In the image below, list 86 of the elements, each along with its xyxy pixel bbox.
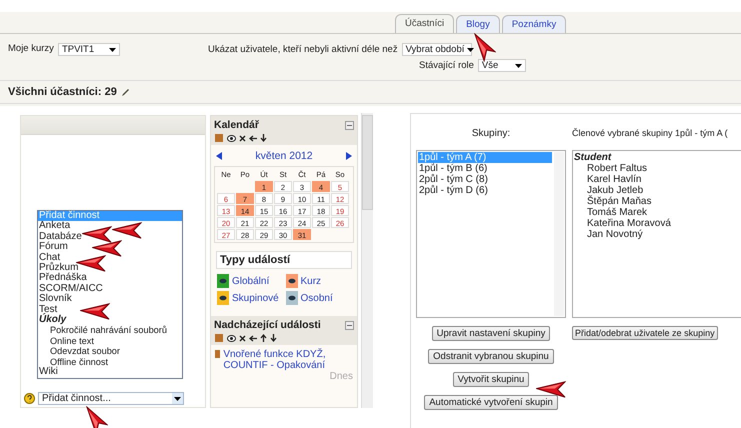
caret-icon [514, 64, 522, 68]
delete-group-button[interactable]: Odstranit vybranou skupinu [428, 349, 554, 364]
pointer-arrow-icon [112, 222, 142, 239]
block-title: Kalendář [214, 119, 259, 131]
add-activity-select[interactable]: Přidat činnost... [38, 392, 184, 405]
activity-option[interactable]: Chat [38, 252, 182, 264]
member-item[interactable]: Robert Faltus [574, 163, 740, 174]
scrollbar[interactable] [361, 113, 373, 408]
delete-icon[interactable] [239, 334, 246, 342]
participants-count: Všichni účastníci: 29 [8, 86, 117, 98]
activity-option[interactable]: Slovník [38, 294, 182, 305]
eye-swatch-icon[interactable] [286, 274, 298, 288]
next-month-icon[interactable] [346, 152, 352, 160]
member-item[interactable]: Jan Novotný [574, 229, 740, 240]
pencil-icon[interactable] [120, 88, 130, 96]
inactive-label: Ukázat uživatele, kteří nebyli aktivní déle než [208, 44, 398, 55]
eye-swatch-icon[interactable] [286, 291, 298, 305]
group-item[interactable]: 2půl - tým C (8) [418, 174, 552, 185]
collapse-icon[interactable] [345, 120, 354, 130]
tab[interactable]: Účastníci [395, 14, 454, 33]
up-arrow-icon[interactable] [260, 334, 267, 342]
event-link[interactable]: Vnořené funkce KDYŽ, COUNTIF - Opakování [223, 349, 354, 371]
activity-option[interactable]: Pokročilé nahrávání souborů [38, 325, 182, 336]
activity-option[interactable]: Online text [38, 336, 182, 346]
tab[interactable]: Poznámky [502, 15, 566, 33]
eye-swatch-icon[interactable] [217, 274, 229, 288]
down-arrow-icon[interactable] [260, 134, 267, 142]
delete-icon[interactable] [239, 134, 246, 142]
caret-icon [174, 396, 181, 400]
month-link[interactable]: květen 2012 [255, 150, 313, 162]
caret-icon [108, 48, 116, 52]
event-types-title: Typy událostí [216, 251, 352, 269]
period-select[interactable]: Vybrat období [402, 43, 472, 56]
event-date: Dnes [328, 371, 354, 382]
pointer-arrow-icon [76, 255, 106, 272]
activity-option[interactable]: Wiki [38, 367, 182, 378]
left-arrow-icon[interactable] [249, 334, 257, 342]
event-type-link[interactable]: Skupinové [232, 292, 279, 304]
members-label: Členové vybrané skupiny 1půl - tým A ( [572, 128, 729, 140]
member-item[interactable]: Štěpán Maňas [574, 196, 740, 207]
pointer-arrow-icon [86, 406, 108, 428]
member-item[interactable]: Jakub Jetleb [574, 185, 740, 196]
course-select[interactable]: TPVIT1 [58, 43, 120, 56]
groups-label: Skupiny: [470, 128, 512, 141]
create-group-button[interactable]: Vytvořit skupinu [452, 372, 530, 387]
block-title: Nadcházející události [214, 319, 321, 331]
member-item[interactable]: Karel Havlín [574, 174, 740, 185]
activity-option[interactable]: SCORM/AICC [38, 284, 182, 294]
add-remove-users-button[interactable]: Přidat/odebrat uživatele ze skupiny [572, 326, 718, 340]
activity-option[interactable]: Offline činnost [38, 356, 182, 368]
group-item[interactable]: 2půl - tým D (6) [418, 185, 552, 196]
previous-month-icon[interactable] [216, 152, 222, 160]
collapse-icon[interactable] [345, 320, 354, 330]
group-item[interactable]: 1půl - tým B (6) [418, 163, 552, 174]
member-item[interactable]: Tomáš Marek [574, 207, 740, 218]
member-item[interactable]: Kateřina Moravová [574, 218, 740, 229]
course-label: Moje kurzy [8, 43, 54, 54]
pointer-arrow-icon [474, 33, 496, 62]
role-select[interactable]: Vše [478, 59, 526, 72]
activity-option[interactable]: Přednáška [38, 273, 182, 284]
auto-create-button[interactable]: Automatické vytvoření skupin [424, 395, 558, 410]
edit-group-button[interactable]: Upravit nastavení skupiny [432, 326, 550, 341]
role-label: Stávající role [419, 60, 474, 71]
event-type-link[interactable]: Kurz [300, 276, 322, 286]
activity-option[interactable]: Databáze [38, 232, 182, 242]
left-arrow-icon[interactable] [249, 134, 257, 142]
help-icon[interactable] [24, 393, 35, 404]
activity-option[interactable]: Průzkum [38, 263, 182, 274]
pointer-arrow-icon [80, 303, 110, 320]
down-arrow-icon[interactable] [270, 334, 277, 342]
event-type-link[interactable]: Globální [232, 276, 270, 286]
activity-option[interactable]: Fórum [38, 242, 182, 253]
caret-icon [467, 48, 474, 52]
activity-option[interactable]: Odevzdat soubor [38, 346, 182, 357]
role-heading: Student [574, 152, 612, 163]
eye-icon[interactable] [227, 134, 236, 142]
tab[interactable]: Blogy [456, 15, 500, 33]
pointer-arrow-icon [92, 240, 122, 257]
activity-option[interactable]: Anketa [38, 221, 182, 232]
event-type-link[interactable]: Osobní [300, 292, 333, 304]
eye-icon[interactable] [227, 334, 236, 342]
list-scrollbar[interactable] [554, 152, 564, 316]
eye-swatch-icon[interactable] [217, 291, 229, 305]
pointer-arrow-icon [82, 226, 112, 243]
scrollbar-thumb[interactable] [362, 115, 373, 210]
pointer-arrow-icon [536, 381, 566, 398]
